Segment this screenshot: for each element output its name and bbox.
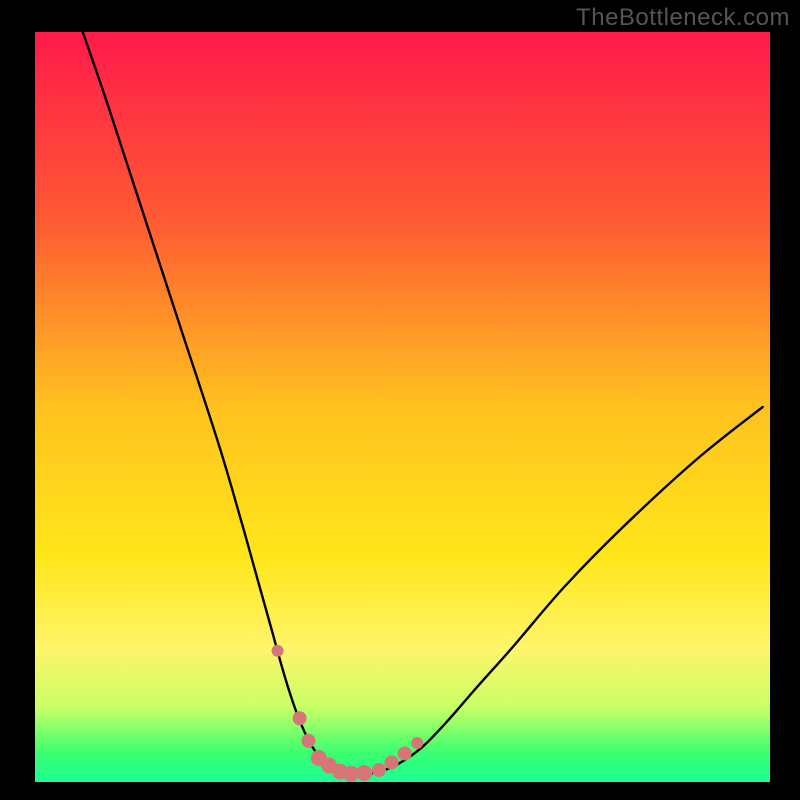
chart-svg bbox=[0, 0, 800, 800]
curve-marker bbox=[384, 756, 398, 770]
curve-marker bbox=[411, 737, 423, 749]
curve-marker bbox=[272, 645, 284, 657]
curve-marker bbox=[293, 711, 307, 725]
chart-container: TheBottleneck.com bbox=[0, 0, 800, 800]
watermark-label: TheBottleneck.com bbox=[576, 4, 790, 32]
curve-marker bbox=[372, 763, 386, 777]
curve-marker bbox=[356, 765, 372, 781]
curve-marker bbox=[301, 734, 315, 748]
curve-marker bbox=[398, 747, 412, 761]
